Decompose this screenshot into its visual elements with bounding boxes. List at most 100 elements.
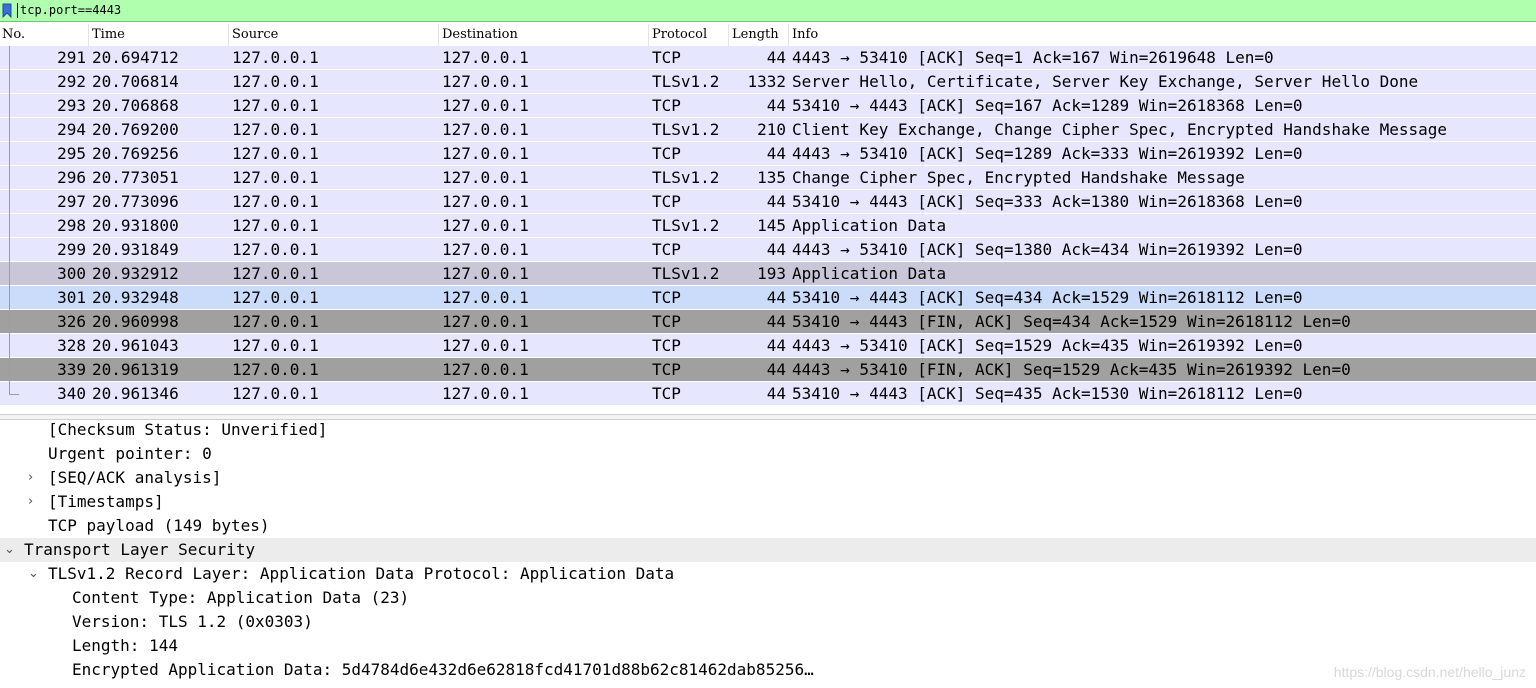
packet-row[interactable]: 295 20.769256 127.0.0.1 127.0.0.1 TCP 44…	[0, 142, 1536, 166]
packet-no: 292	[57, 72, 86, 91]
packet-no: 326	[57, 312, 86, 331]
packet-no: 297	[57, 192, 86, 211]
packet-protocol: TLSv1.2	[652, 264, 720, 283]
packet-info: 53410 → 4443 [ACK] Seq=167 Ack=1289 Win=…	[792, 96, 1303, 115]
bookmark-icon[interactable]	[2, 3, 12, 18]
packet-time: 20.961043	[92, 336, 179, 355]
packet-length: 135	[757, 168, 786, 187]
packet-no: 294	[57, 120, 86, 139]
detail-row[interactable]: Urgent pointer: 0	[0, 442, 1536, 466]
packet-row[interactable]: 298 20.931800 127.0.0.1 127.0.0.1 TLSv1.…	[0, 214, 1536, 238]
column-separator[interactable]	[88, 24, 89, 46]
chevron-down-icon[interactable]: ⌄	[28, 567, 39, 581]
packet-row[interactable]: 339 20.961319 127.0.0.1 127.0.0.1 TCP 44…	[0, 358, 1536, 382]
packet-protocol: TCP	[652, 48, 681, 67]
column-header-no[interactable]: No.	[2, 27, 25, 43]
packet-source: 127.0.0.1	[232, 240, 319, 259]
detail-row[interactable]: Version: TLS 1.2 (0x0303)	[0, 610, 1536, 634]
column-header-protocol[interactable]: Protocol	[652, 27, 707, 43]
packet-row[interactable]: 328 20.961043 127.0.0.1 127.0.0.1 TCP 44…	[0, 334, 1536, 358]
chevron-right-icon[interactable]: ›	[28, 471, 33, 485]
column-separator[interactable]	[648, 24, 649, 46]
detail-row[interactable]: TCP payload (149 bytes)	[0, 514, 1536, 538]
packet-protocol: TLSv1.2	[652, 72, 720, 91]
packet-source: 127.0.0.1	[232, 48, 319, 67]
detail-row[interactable]: Content Type: Application Data (23)	[0, 586, 1536, 610]
packet-no: 298	[57, 216, 86, 235]
chevron-right-icon[interactable]: ›	[28, 495, 33, 509]
packet-protocol: TLSv1.2	[652, 216, 720, 235]
detail-text: Content Type: Application Data (23)	[72, 588, 410, 607]
packet-info: 4443 → 53410 [ACK] Seq=1289 Ack=333 Win=…	[792, 144, 1303, 163]
packet-protocol: TCP	[652, 192, 681, 211]
packet-protocol: TCP	[652, 312, 681, 331]
packet-destination: 127.0.0.1	[442, 144, 529, 163]
detail-row[interactable]: › [Timestamps]	[0, 490, 1536, 514]
column-header-time[interactable]: Time	[92, 27, 125, 43]
packet-no: 296	[57, 168, 86, 187]
packet-length: 44	[766, 96, 786, 115]
column-separator[interactable]	[228, 24, 229, 46]
detail-row[interactable]: Encrypted Application Data: 5d4784d6e432…	[0, 658, 1536, 682]
packet-length: 1332	[747, 72, 786, 91]
packet-row[interactable]: 297 20.773096 127.0.0.1 127.0.0.1 TCP 44…	[0, 190, 1536, 214]
column-separator[interactable]	[788, 24, 789, 46]
packet-source: 127.0.0.1	[232, 312, 319, 331]
packet-row-selected[interactable]: 300 20.932912 127.0.0.1 127.0.0.1 TLSv1.…	[0, 262, 1536, 286]
packet-length: 193	[757, 264, 786, 283]
packet-destination: 127.0.0.1	[442, 312, 529, 331]
packet-time: 20.694712	[92, 48, 179, 67]
packet-row[interactable]: 293 20.706868 127.0.0.1 127.0.0.1 TCP 44…	[0, 94, 1536, 118]
detail-row[interactable]: › [SEQ/ACK analysis]	[0, 466, 1536, 490]
packet-info: Application Data	[792, 264, 947, 283]
detail-row[interactable]: Length: 144	[0, 634, 1536, 658]
detail-row[interactable]: ⌄ TLSv1.2 Record Layer: Application Data…	[0, 562, 1536, 586]
packet-info: Client Key Exchange, Change Cipher Spec,…	[792, 120, 1448, 139]
column-header-destination[interactable]: Destination	[442, 27, 518, 43]
packet-row[interactable]: 294 20.769200 127.0.0.1 127.0.0.1 TLSv1.…	[0, 118, 1536, 142]
detail-text: Encrypted Application Data: 5d4784d6e432…	[72, 660, 814, 679]
column-separator[interactable]	[728, 24, 729, 46]
packet-info: 4443 → 53410 [ACK] Seq=1529 Ack=435 Win=…	[792, 336, 1303, 355]
packet-length: 44	[766, 384, 786, 403]
packet-row[interactable]: 296 20.773051 127.0.0.1 127.0.0.1 TLSv1.…	[0, 166, 1536, 190]
detail-text: [Timestamps]	[48, 492, 164, 511]
packet-source: 127.0.0.1	[232, 336, 319, 355]
detail-row[interactable]: [Checksum Status: Unverified]	[0, 418, 1536, 442]
packet-info: 53410 → 4443 [FIN, ACK] Seq=434 Ack=1529…	[792, 312, 1351, 331]
column-header-info[interactable]: Info	[792, 27, 818, 43]
column-separator[interactable]	[438, 24, 439, 46]
detail-row-tls[interactable]: ⌄ Transport Layer Security	[0, 538, 1536, 562]
packet-info: Application Data	[792, 216, 947, 235]
packet-destination: 127.0.0.1	[442, 240, 529, 259]
packet-destination: 127.0.0.1	[442, 72, 529, 91]
packet-row[interactable]: 291 20.694712 127.0.0.1 127.0.0.1 TCP 44…	[0, 46, 1536, 70]
packet-destination: 127.0.0.1	[442, 216, 529, 235]
packet-source: 127.0.0.1	[232, 288, 319, 307]
packet-protocol: TCP	[652, 336, 681, 355]
display-filter-bar[interactable]: tcp.port==4443	[0, 0, 1536, 22]
column-header-length[interactable]: Length	[732, 27, 779, 43]
packet-destination: 127.0.0.1	[442, 192, 529, 211]
packet-row[interactable]: 340 20.961346 127.0.0.1 127.0.0.1 TCP 44…	[0, 382, 1536, 406]
packet-destination: 127.0.0.1	[442, 48, 529, 67]
packet-time: 20.706868	[92, 96, 179, 115]
packet-info: Server Hello, Certificate, Server Key Ex…	[792, 72, 1419, 91]
filter-input[interactable]: tcp.port==4443	[16, 3, 121, 18]
packet-row[interactable]: 292 20.706814 127.0.0.1 127.0.0.1 TLSv1.…	[0, 70, 1536, 94]
packet-destination: 127.0.0.1	[442, 360, 529, 379]
detail-text: Urgent pointer: 0	[48, 444, 212, 463]
packet-source: 127.0.0.1	[232, 360, 319, 379]
packet-row[interactable]: 326 20.960998 127.0.0.1 127.0.0.1 TCP 44…	[0, 310, 1536, 334]
packet-no: 291	[57, 48, 86, 67]
packet-info: 53410 → 4443 [ACK] Seq=333 Ack=1380 Win=…	[792, 192, 1303, 211]
packet-protocol: TCP	[652, 96, 681, 115]
column-header-source[interactable]: Source	[232, 27, 278, 43]
packet-destination: 127.0.0.1	[442, 384, 529, 403]
packet-protocol: TCP	[652, 240, 681, 259]
detail-text: Length: 144	[72, 636, 178, 655]
chevron-down-icon[interactable]: ⌄	[4, 543, 15, 557]
packet-list-header: No. Time Source Destination Protocol Len…	[0, 24, 1536, 47]
packet-row[interactable]: 299 20.931849 127.0.0.1 127.0.0.1 TCP 44…	[0, 238, 1536, 262]
packet-row[interactable]: 301 20.932948 127.0.0.1 127.0.0.1 TCP 44…	[0, 286, 1536, 310]
